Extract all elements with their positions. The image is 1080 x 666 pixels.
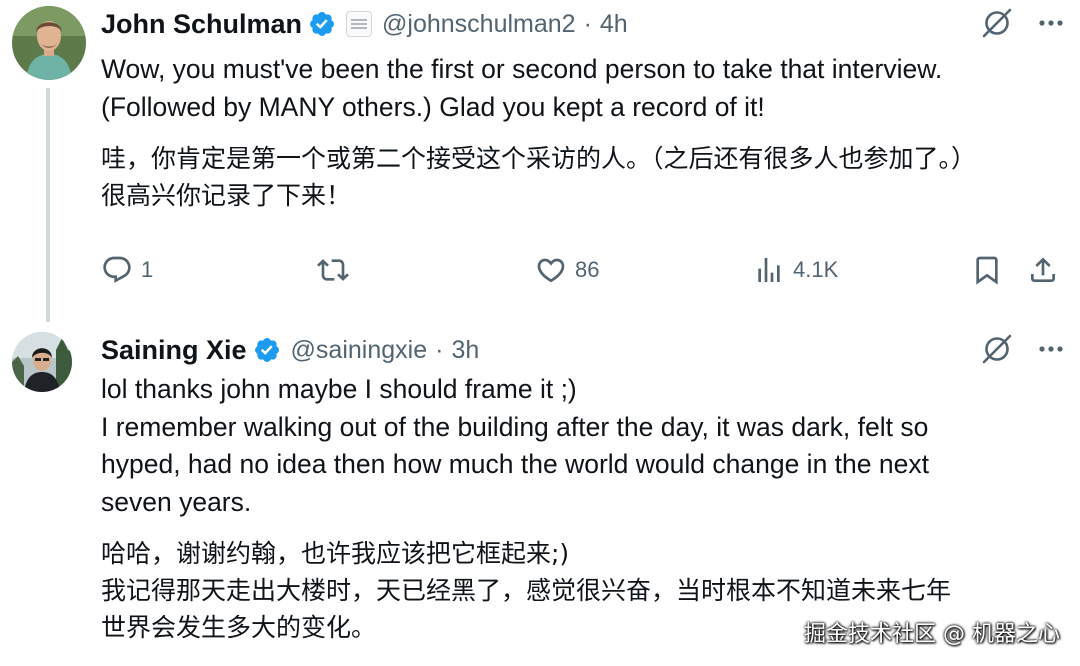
affiliation-badge-icon[interactable] — [346, 11, 373, 37]
verified-badge-icon[interactable] — [253, 336, 281, 364]
timestamp[interactable]: 3h — [451, 336, 479, 365]
share-button[interactable] — [1027, 248, 1059, 292]
watermark: 掘金技术社区 @ 机器之心 — [804, 622, 1060, 647]
avatar[interactable] — [12, 6, 86, 80]
like-count: 86 — [575, 257, 600, 282]
avatar-john-image — [12, 6, 86, 80]
like-button[interactable]: 86 — [535, 248, 599, 292]
tweet-text: Wow, you must've been the first or secon… — [101, 51, 1061, 214]
tweet-actions: 1 86 4.1K — [101, 248, 1063, 292]
bookmark-icon — [976, 256, 998, 285]
more-icon[interactable] — [1036, 8, 1066, 38]
like-icon — [537, 258, 565, 283]
tweet-top-actions — [980, 6, 1066, 40]
avatar-saining-image — [12, 332, 72, 392]
tweet-top-actions — [980, 332, 1066, 366]
author-handle[interactable]: @johnschulman2 — [382, 10, 576, 39]
timestamp[interactable]: 4h — [600, 10, 628, 39]
tweet-john-schulman[interactable]: John Schulman @johnschulman2 · 4h Wow, y… — [0, 0, 1080, 322]
reply-count: 1 — [141, 257, 154, 282]
reply-icon — [103, 256, 131, 283]
tweet-text-english: Wow, you must've been the first or secon… — [101, 54, 943, 122]
thread-line — [46, 88, 50, 322]
tweet-text-english: lol thanks john maybe I should frame it … — [101, 374, 929, 517]
tweet-text: lol thanks john maybe I should frame it … — [101, 371, 1061, 646]
grok-icon[interactable] — [980, 6, 1014, 40]
tweet-saining-xie[interactable]: Saining Xie @sainingxie · 3h lol thanks … — [0, 318, 1080, 666]
separator-dot: · — [435, 335, 444, 364]
author-handle[interactable]: @sainingxie — [291, 336, 428, 365]
tweet-text-chinese: 哇，你肯定是第一个或第二个接受这个采访的人。（之后还有很多人也参加了。） 很高兴… — [101, 144, 977, 210]
author-name[interactable]: Saining Xie — [101, 335, 247, 366]
grok-icon[interactable] — [980, 332, 1014, 366]
more-icon[interactable] — [1036, 334, 1066, 364]
bookmark-button[interactable] — [971, 248, 1003, 292]
views-button[interactable]: 4.1K — [753, 248, 838, 292]
share-icon — [1031, 257, 1055, 282]
reply-button[interactable]: 1 — [101, 248, 153, 292]
tweet-header: John Schulman @johnschulman2 · 4h — [101, 4, 628, 44]
verified-badge-icon[interactable] — [308, 10, 336, 38]
separator-dot: · — [583, 9, 592, 38]
avatar[interactable] — [12, 332, 72, 392]
views-count: 4.1K — [793, 257, 839, 282]
retweet-icon — [317, 259, 349, 281]
views-icon — [758, 258, 780, 282]
retweet-button[interactable] — [317, 248, 349, 292]
author-name[interactable]: John Schulman — [101, 9, 302, 40]
tweet-header: Saining Xie @sainingxie · 3h — [101, 330, 479, 370]
